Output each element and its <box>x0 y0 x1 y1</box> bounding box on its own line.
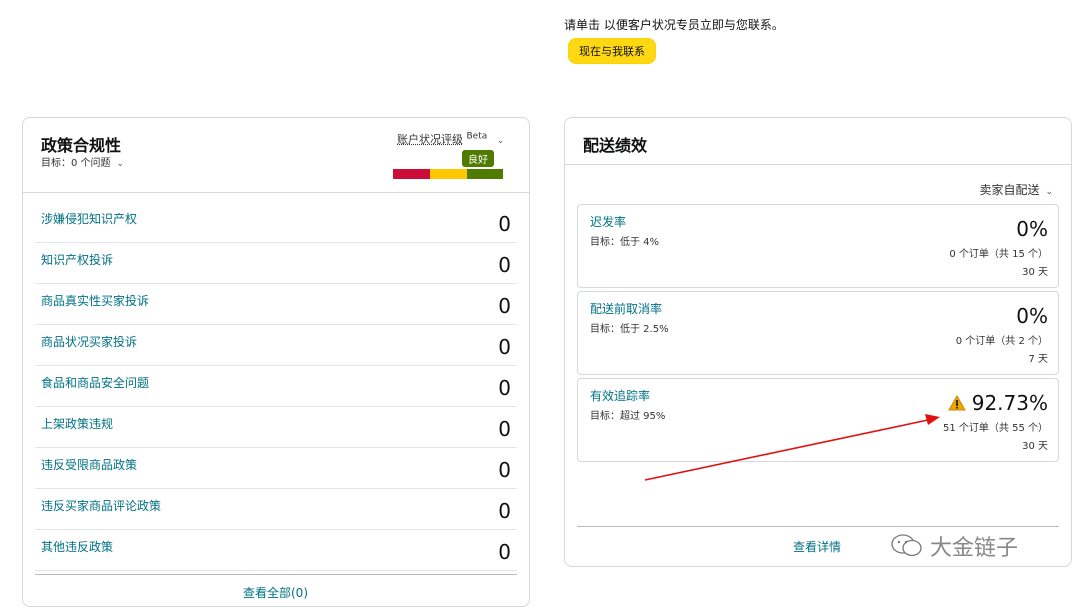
watermark: 大金链子 <box>890 530 1018 562</box>
watermark-text: 大金链子 <box>930 536 1019 561</box>
annotation-arrow <box>644 414 940 481</box>
wechat-icon <box>891 534 922 557</box>
